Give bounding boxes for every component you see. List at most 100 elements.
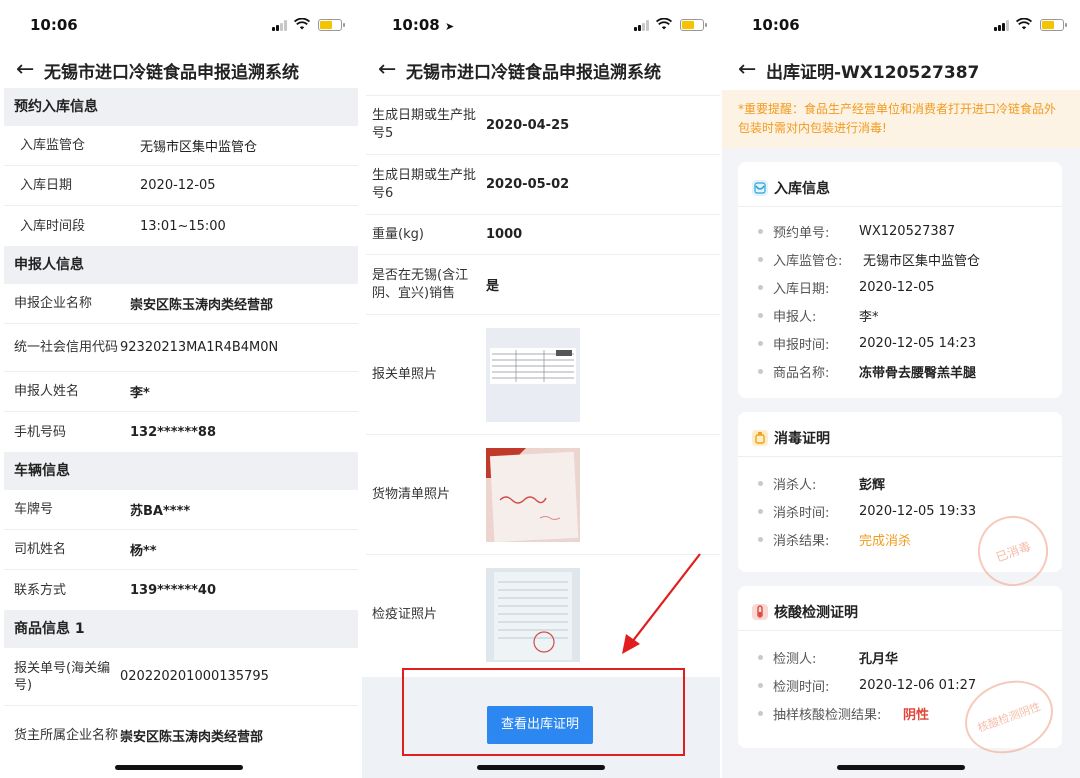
back-arrow-icon[interactable]: ←	[16, 56, 34, 84]
item-key: 消杀结果:	[773, 534, 830, 549]
info-item: 消杀人: 彭辉	[758, 474, 885, 493]
item-value: 冻带骨去腰臀羔羊腿	[859, 366, 977, 381]
info-row: 联系方式 139******40	[4, 570, 358, 610]
screen-declaration-detail: 10:06 ← 无锡市进口冷链食品申报追溯系统 预约入库信息 入库监管仓 无锡市区…	[0, 0, 358, 778]
info-item: 预约单号: WX120527387	[758, 222, 955, 241]
item-key: 商品名称:	[773, 366, 830, 381]
status-time: 10:06	[752, 16, 800, 34]
row-value: 020220201000135795	[120, 669, 269, 684]
row-value: 崇安区陈玉涛肉类经营部	[120, 729, 264, 745]
page-title: 无锡市进口冷链食品申报追溯系统	[44, 63, 299, 83]
section-header: 车辆信息	[4, 452, 358, 490]
disinfection-icon	[752, 430, 768, 446]
info-row: 车牌号 苏BA****	[4, 490, 358, 530]
item-key: 申报人:	[773, 310, 817, 325]
screen-declaration-photos: 10:08 ➤ ← 无锡市进口冷链食品申报追溯系统 生成日期或生产批号5 2020…	[362, 0, 720, 778]
row-label: 统一社会信用代码	[14, 340, 119, 355]
row-label: 货主所属企业名称	[14, 727, 119, 743]
back-arrow-icon[interactable]: ←	[738, 56, 756, 84]
item-key: 消杀时间:	[773, 506, 830, 521]
item-value: 无锡市区集中监管仓	[863, 254, 981, 269]
info-item: 商品名称: 冻带骨去腰臀羔羊腿	[758, 362, 976, 381]
status-time: 10:08 ➤	[392, 16, 455, 34]
item-key: 预约单号:	[773, 226, 830, 241]
home-indicator	[477, 765, 605, 770]
battery-icon	[318, 19, 345, 31]
back-arrow-icon[interactable]: ←	[378, 56, 396, 84]
row-value: 无锡市区集中监管仓	[140, 140, 258, 155]
wifi-icon	[1016, 18, 1032, 30]
row-label: 货物清单照片	[372, 486, 451, 502]
goods-list-photo[interactable]	[486, 447, 580, 542]
row-value: 1000	[486, 227, 523, 242]
item-key: 检测时间:	[773, 680, 830, 695]
info-row: 是否在无锡(含江阴、宜兴)销售 是	[366, 255, 720, 315]
info-row: 生成日期或生产批号6 2020-05-02	[366, 155, 720, 215]
handwritten-list-image-icon	[486, 447, 580, 542]
row-value: 崇安区陈玉涛肉类经营部	[130, 298, 274, 313]
row-label: 检疫证照片	[372, 607, 438, 622]
item-value: 2020-12-06 01:27	[859, 678, 977, 693]
info-item: 消杀结果: 完成消杀	[758, 530, 911, 549]
inbound-info-card: 入库信息 预约单号: WX120527387 入库监管仓: 无锡市区集中监管仓 入库…	[738, 162, 1062, 398]
item-value: WX120527387	[859, 224, 956, 239]
item-value: 2020-12-05 19:33	[859, 504, 977, 519]
item-value: 孔月华	[859, 652, 899, 667]
row-value: 2020-12-05	[140, 178, 216, 193]
nav-bar: ← 出库证明-WX120527387	[722, 50, 1080, 90]
section-header: 商品信息 1	[4, 610, 358, 648]
info-item: 申报人: 李*	[758, 306, 879, 325]
info-row: 司机姓名 杨**	[4, 530, 358, 570]
wifi-icon	[656, 18, 672, 30]
row-value: 132******88	[130, 424, 217, 440]
row-value: 李*	[130, 386, 150, 401]
page-title: 出库证明-WX120527387	[766, 63, 980, 83]
section-header: 预约入库信息	[4, 88, 358, 126]
screen-outbound-certificate: 10:06 ← 出库证明-WX120527387 *重要提醒：食品生产经营单位和…	[722, 0, 1080, 778]
row-label: 重量(kg)	[372, 226, 424, 242]
row-label: 入库监管仓	[20, 138, 86, 153]
photo-row: 货物清单照片	[366, 435, 720, 555]
info-item: 检测人: 孔月华	[758, 648, 898, 667]
info-item: 入库日期: 2020-12-05	[758, 278, 935, 297]
inbound-icon	[752, 180, 768, 196]
important-notice: *重要提醒：食品生产经营单位和消费者打开进口冷链食品外包装时需对内包装进行消毒!	[722, 90, 1080, 148]
disinfection-card: 消毒证明 消杀人: 彭辉 消杀时间: 2020-12-05 19:33 消杀结果: 完…	[738, 412, 1062, 596]
item-key: 入库监管仓:	[773, 254, 843, 269]
row-value: 杨**	[130, 544, 157, 559]
info-row: 入库时间段 13:01~15:00	[4, 206, 358, 246]
item-key: 消杀人:	[773, 478, 817, 493]
info-row: 入库日期 2020-12-05	[4, 166, 358, 206]
home-indicator	[837, 765, 965, 770]
signal-icon	[634, 20, 650, 31]
info-row: 重量(kg) 1000	[366, 215, 720, 255]
certificate-image-icon	[486, 568, 580, 662]
location-arrow-icon: ➤	[444, 20, 455, 33]
item-key: 抽样核酸检测结果:	[773, 708, 882, 723]
item-key: 入库日期:	[773, 282, 830, 297]
customs-form-photo[interactable]	[486, 327, 580, 422]
info-row: 统一社会信用代码 92320213MA1R4B4M0N	[4, 324, 358, 372]
row-label: 报关单号(海关编号)	[14, 660, 111, 693]
item-key: 检测人:	[773, 652, 817, 667]
signal-icon	[272, 20, 288, 31]
disinfected-stamp: 已消毒	[968, 506, 1058, 596]
info-item: 消杀时间: 2020-12-05 19:33	[758, 502, 976, 521]
item-value: 2020-12-05	[859, 280, 935, 295]
row-label: 生成日期或生产批号5	[372, 108, 477, 141]
status-bar: 10:06	[722, 0, 1080, 50]
divider	[738, 630, 1062, 631]
battery-icon	[680, 19, 707, 31]
row-label: 报关单照片	[372, 366, 438, 382]
nav-bar: ← 无锡市进口冷链食品申报追溯系统	[0, 50, 358, 90]
row-value: 2020-04-25	[486, 117, 570, 133]
info-row: 生成日期或生产批号5 2020-04-25	[366, 95, 720, 155]
item-value: 李*	[859, 310, 879, 325]
info-item: 检测时间: 2020-12-06 01:27	[758, 676, 976, 695]
card-title: 入库信息	[752, 178, 830, 198]
quarantine-cert-photo[interactable]	[486, 568, 580, 662]
document-image-icon	[486, 327, 580, 422]
row-label: 生成日期或生产批号6	[372, 167, 477, 201]
card-title: 核酸检测证明	[752, 602, 858, 622]
declaration-info-list: 预约入库信息 入库监管仓 无锡市区集中监管仓 入库日期 2020-12-05 入库时…	[4, 88, 358, 764]
